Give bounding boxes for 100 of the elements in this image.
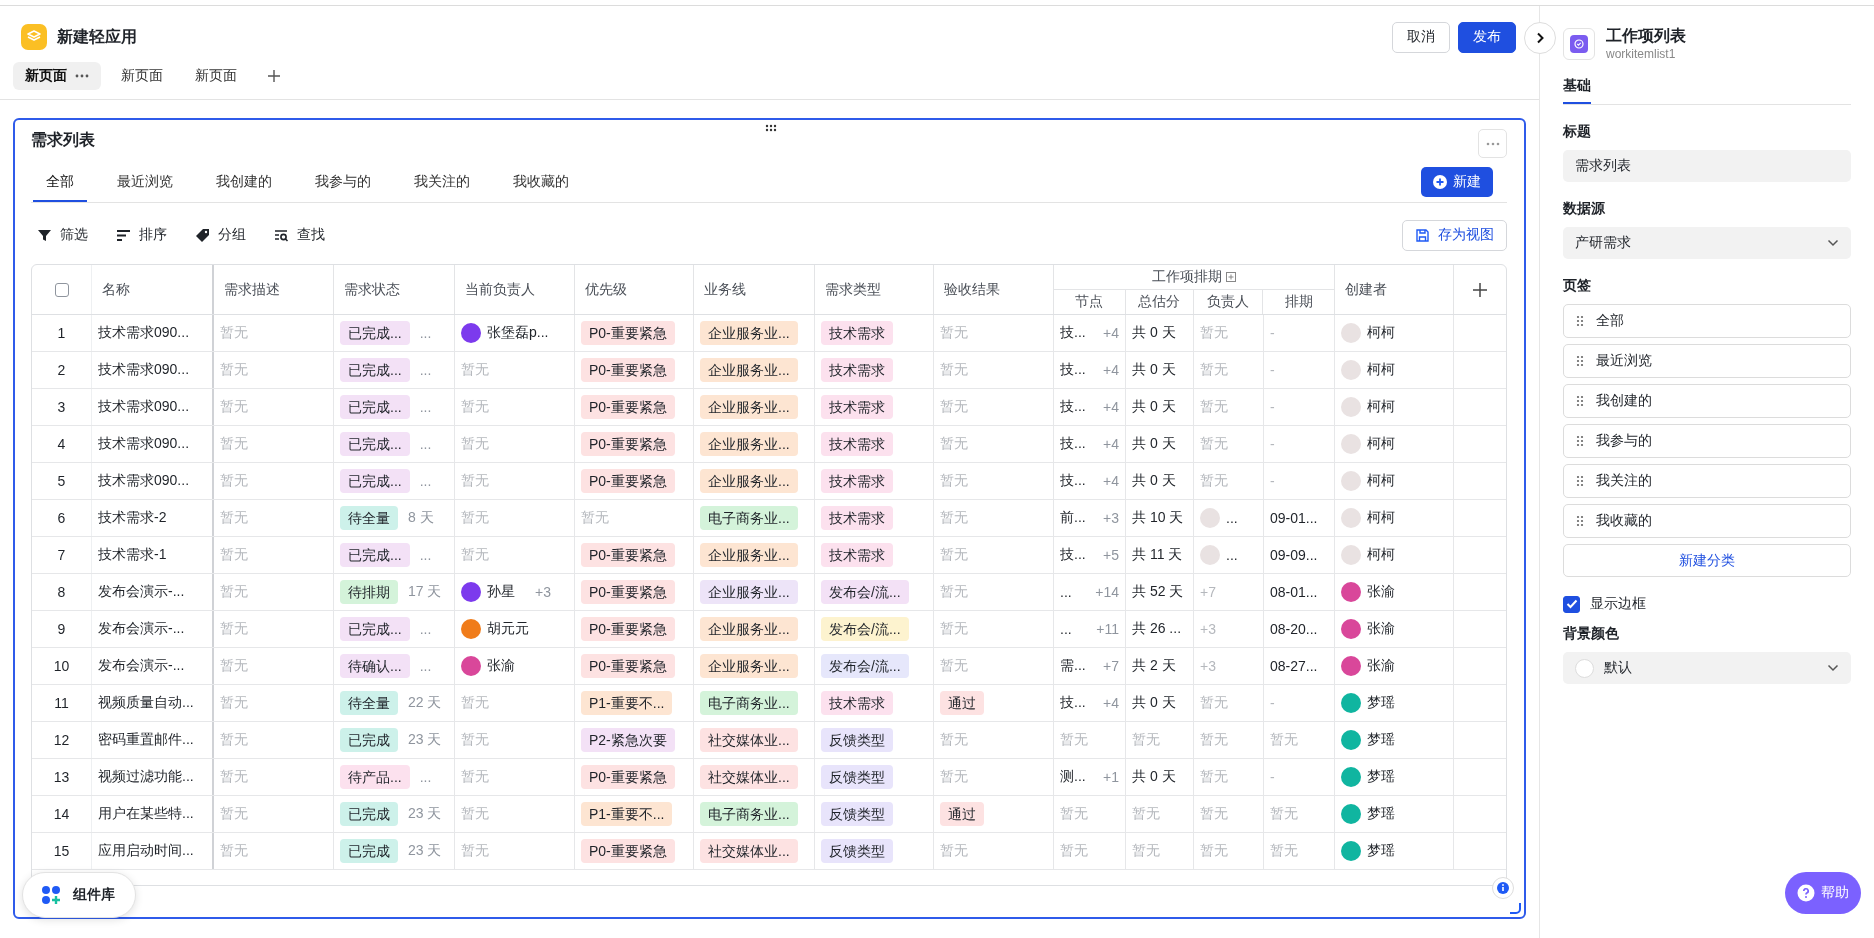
toolbar-button[interactable]: 查找	[274, 226, 325, 244]
cell-text: 暂无	[220, 361, 248, 379]
show-border-checkbox[interactable]	[1563, 595, 1580, 613]
data-source-select[interactable]: 产研需求	[1563, 227, 1851, 259]
drag-handle-icon[interactable]	[765, 124, 777, 132]
row-number: 12	[53, 732, 70, 748]
drag-handle-icon[interactable]	[1576, 395, 1584, 407]
field-label: 页签	[1563, 277, 1592, 295]
tab-name[interactable]: 全部	[1596, 312, 1624, 330]
view-tab[interactable]: 我关注的	[401, 162, 483, 202]
select-all-checkbox[interactable]	[54, 282, 69, 297]
chevron-right-icon	[1535, 32, 1545, 44]
panel-tab[interactable]: 基础	[1563, 71, 1591, 104]
info-icon[interactable]	[1492, 877, 1514, 899]
cell-text: 应用启动时间...	[98, 842, 194, 860]
tag-label: P0-重要紧急	[581, 321, 675, 345]
tag-label: P0-重要紧急	[581, 654, 675, 678]
drag-handle-icon[interactable]	[1576, 315, 1584, 327]
add-column-icon[interactable]	[1472, 281, 1488, 298]
person-name: 柯柯	[1367, 324, 1395, 342]
tag-label: 企业服务业...	[700, 617, 798, 641]
tag-label: P0-重要紧急	[581, 580, 675, 604]
cell-text: 暂无	[220, 398, 248, 416]
tag-label: P2-紧急次要	[581, 728, 675, 752]
chevron-down-icon	[1827, 239, 1839, 247]
view-tab[interactable]: 我创建的	[203, 162, 285, 202]
page-tab[interactable]: 新页面	[183, 62, 249, 90]
cell-text: 测...	[1060, 768, 1086, 786]
tab-name[interactable]: 我创建的	[1596, 392, 1652, 410]
tab-name[interactable]: 我参与的	[1596, 432, 1652, 450]
cell-text: 暂无	[220, 694, 248, 712]
widget-icon	[1563, 27, 1595, 60]
cell-extra: 23 天	[408, 805, 442, 823]
cell-extra: ...	[419, 325, 432, 341]
header-button[interactable]: 发布	[1458, 21, 1516, 53]
cell-text: 共 10 天	[1132, 509, 1184, 527]
tag-label: 社交媒体业...	[700, 839, 798, 863]
tag-label: 社交媒体业...	[700, 728, 798, 752]
title-input-field[interactable]: 需求列表	[1563, 150, 1851, 182]
new-button[interactable]: 新建	[1421, 166, 1493, 197]
cell-text: 技术需求090...	[98, 361, 190, 379]
tag-label: 已完成...	[340, 432, 410, 456]
tab-name[interactable]: 我收藏的	[1596, 512, 1652, 530]
cell-text: 08-01...	[1270, 584, 1318, 600]
tag-label: 技术需求	[821, 432, 893, 456]
view-tab[interactable]: 我参与的	[302, 162, 384, 202]
tab-name[interactable]: 最近浏览	[1596, 352, 1652, 370]
add-page-icon[interactable]	[267, 69, 281, 83]
tag-label: 技术需求	[821, 469, 893, 493]
list-title: 需求列表	[31, 130, 95, 150]
drag-handle-icon[interactable]	[1576, 355, 1584, 367]
column-header: 排期	[1283, 292, 1314, 311]
drag-handle-icon[interactable]	[1576, 435, 1584, 447]
view-tab[interactable]: 全部	[33, 162, 87, 202]
tag-label: P1-重要不...	[581, 802, 673, 826]
toolbar-button[interactable]: 分组	[195, 226, 246, 244]
collapse-panel-button[interactable]	[1524, 22, 1556, 54]
cell-text: 09-09...	[1270, 547, 1318, 563]
cell-text: +7	[1200, 584, 1216, 600]
cell-extra: ...	[419, 769, 432, 785]
cell-text: 视频过滤功能...	[98, 768, 194, 786]
resize-handle-icon[interactable]	[1509, 902, 1521, 914]
toolbar-button[interactable]: 排序	[116, 226, 167, 244]
cell-text: 暂无	[461, 768, 489, 786]
cell-text: 暂无	[461, 472, 489, 490]
add-category-button[interactable]: 新建分类	[1563, 544, 1851, 577]
cell-text: 技...	[1060, 361, 1086, 379]
tag-label: 企业服务业...	[700, 654, 798, 678]
tag-label: 反馈类型	[821, 728, 893, 752]
save-view-button[interactable]: 存为视图	[1402, 219, 1507, 251]
cell-text: 暂无	[1270, 842, 1298, 860]
cell-text: 共 0 天	[1132, 435, 1176, 453]
cell-text: 暂无	[1060, 731, 1088, 749]
column-header: 节点	[1054, 290, 1126, 314]
drag-handle-icon[interactable]	[1576, 515, 1584, 527]
tag-icon	[195, 227, 210, 243]
column-group-header: 工作项排期	[1152, 268, 1222, 286]
view-tab[interactable]: 我收藏的	[500, 162, 582, 202]
cell-text: 密码重置邮件...	[98, 731, 194, 749]
cell-text: 视频质量自动...	[98, 694, 194, 712]
person-name: 柯柯	[1367, 472, 1395, 490]
header-button[interactable]: 取消	[1392, 21, 1450, 53]
person-name: 胡元元	[487, 620, 529, 638]
background-color-select[interactable]: 默认	[1563, 652, 1851, 684]
cell-text: 前...	[1060, 509, 1086, 527]
help-icon	[1797, 884, 1815, 902]
cell-text: 暂无	[940, 842, 968, 860]
help-button[interactable]: 帮助	[1785, 872, 1861, 914]
tag-label: 技术需求	[821, 691, 893, 715]
page-tab[interactable]: 新页面	[13, 62, 101, 90]
cell-text: 共 11 天	[1132, 546, 1183, 564]
view-tab[interactable]: 最近浏览	[104, 162, 186, 202]
cell-text: 暂无	[461, 731, 489, 749]
page-tab[interactable]: 新页面	[109, 62, 175, 90]
tab-name[interactable]: 我关注的	[1596, 472, 1652, 490]
toolbar-button[interactable]: 筛选	[37, 226, 88, 244]
component-library-button[interactable]: 组件库	[22, 872, 136, 918]
more-icon[interactable]	[75, 74, 89, 78]
drag-handle-icon[interactable]	[1576, 475, 1584, 487]
expand-icon[interactable]	[1226, 272, 1236, 282]
